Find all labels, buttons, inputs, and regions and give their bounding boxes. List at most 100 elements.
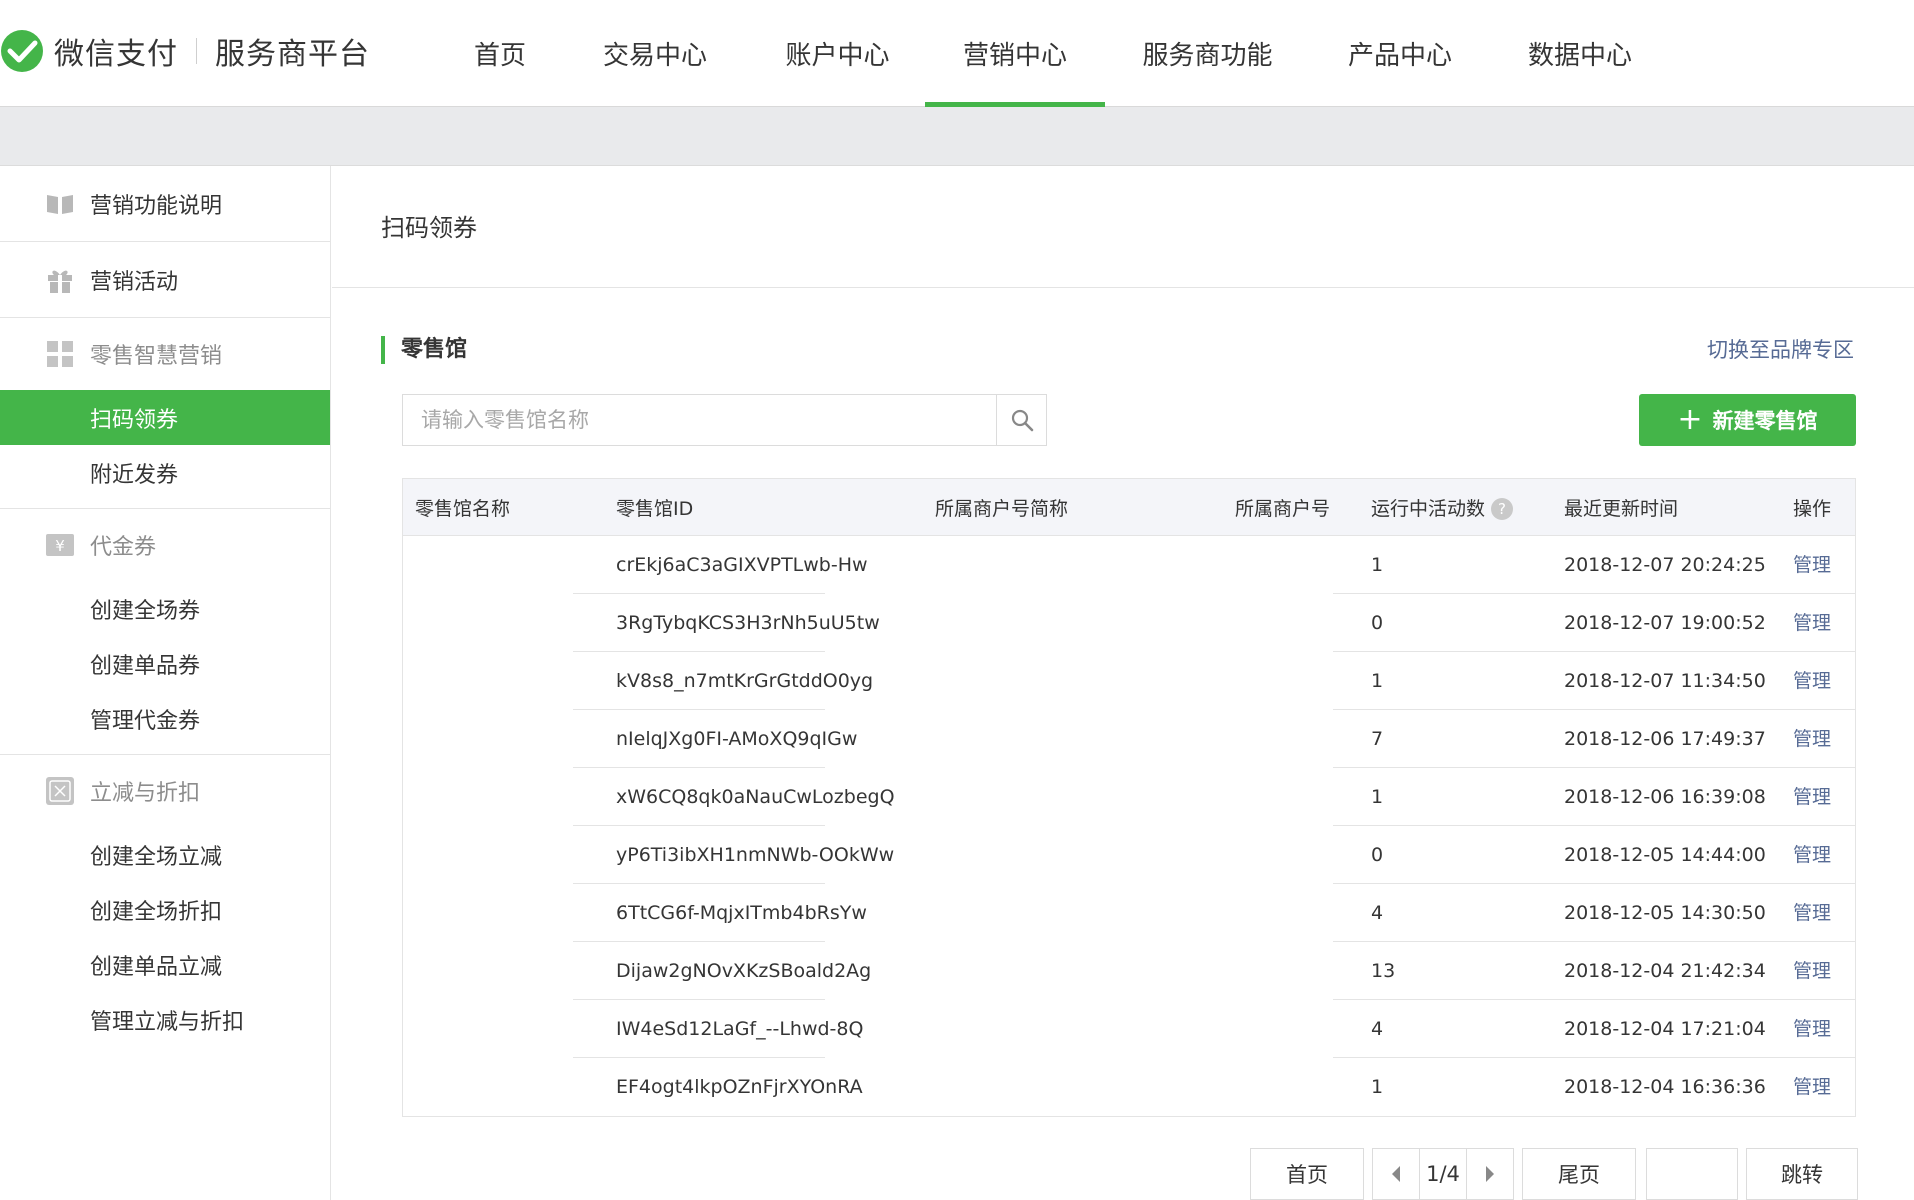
sidebar-label: 营销功能说明 xyxy=(90,193,223,219)
sidebar-group-coupon: ¥ 代金券 创建全场券 创建单品券 管理代金券 xyxy=(0,509,330,755)
manage-link[interactable]: 管理 xyxy=(1793,652,1831,710)
main-content: 扫码领券 零售馆 切换至品牌专区 + 新建零售馆 零售馆名称 零售馆ID 所属商… xyxy=(332,166,1914,1200)
manage-link[interactable]: 管理 xyxy=(1793,884,1831,942)
search-button[interactable] xyxy=(996,395,1046,445)
sidebar-item-create-single-reduction[interactable]: 创建单品立减 xyxy=(0,937,330,992)
pager-page-indicator: 1/4 xyxy=(1420,1148,1466,1200)
cell-id: crEkj6aC3aGIXVPTLwb-Hw xyxy=(616,554,868,576)
manage-link[interactable]: 管理 xyxy=(1793,826,1831,884)
sidebar-item-manage-coupon[interactable]: 管理代金券 xyxy=(0,691,330,746)
cell-updated: 2018-12-07 20:24:25 xyxy=(1564,554,1766,576)
nav-trade-center[interactable]: 交易中心 xyxy=(560,0,750,107)
col-header-merchant-no: 所属商户号 xyxy=(1235,497,1331,520)
sidebar-group-title-retail: 零售智慧营销 xyxy=(0,318,330,390)
search-box xyxy=(402,394,1047,446)
cell-updated: 2018-12-06 17:49:37 xyxy=(1564,728,1766,750)
sidebar-item-nearby-coupon[interactable]: 附近发券 xyxy=(0,445,330,500)
cell-id: EF4ogt4lkpOZnFjrXYOnRA xyxy=(616,1076,863,1098)
table-row: crEkj6aC3aGIXVPTLwb-Hw 1 2018-12-07 20:24:… xyxy=(403,536,1855,594)
table-row: IW4eSd12LaGf_--Lhwd-8Q 4 2018-12-04 17:21:… xyxy=(403,1000,1855,1058)
nav-home[interactable]: 首页 xyxy=(440,0,560,107)
cell-updated: 2018-12-04 16:36:36 xyxy=(1564,1076,1766,1098)
cell-running: 1 xyxy=(1371,1076,1384,1098)
cell-id: xW6CQ8qk0aNauCwLozbegQ xyxy=(616,786,895,808)
sidebar-item-create-store-discount[interactable]: 创建全场折扣 xyxy=(0,882,330,937)
col-header-merchant-short: 所属商户号简称 xyxy=(935,497,1069,520)
pagination: 首页 1/4 尾页 跳转 xyxy=(332,1148,1914,1200)
sidebar-item-marketing-intro[interactable]: 营销功能说明 xyxy=(0,166,330,241)
pager-last-button[interactable]: 尾页 xyxy=(1522,1148,1636,1200)
sidebar-label: 营销活动 xyxy=(90,269,179,295)
cell-id: 3RgTybqKCS3H3rNh5uU5tw xyxy=(616,612,880,634)
sidebar-item-create-store-coupon[interactable]: 创建全场券 xyxy=(0,581,330,636)
sidebar-group-label: 立减与折扣 xyxy=(90,781,201,806)
sidebar-item-create-single-coupon[interactable]: 创建单品券 xyxy=(0,636,330,691)
help-icon[interactable]: ? xyxy=(1491,498,1514,520)
section-title: 零售馆 xyxy=(381,336,467,364)
top-bar: 微信支付 服务商平台 首页 交易中心 账户中心 营销中心 服务商功能 产品中心 … xyxy=(0,0,1914,108)
cell-updated: 2018-12-07 19:00:52 xyxy=(1564,612,1766,634)
pager-next-button[interactable] xyxy=(1466,1148,1514,1200)
brand-subtitle: 服务商平台 xyxy=(215,37,370,72)
col-header-updated: 最近更新时间 xyxy=(1564,497,1679,520)
col-header-running: 运行中活动数? xyxy=(1371,494,1514,521)
sidebar: 营销功能说明 营销活动 零售智慧营销 扫码领券 附近发券 ¥ 代金券 创建全场券… xyxy=(0,166,331,1200)
cell-running: 4 xyxy=(1371,1018,1384,1040)
manage-link[interactable]: 管理 xyxy=(1793,536,1831,594)
sidebar-item-manage-reduction-discount[interactable]: 管理立减与折扣 xyxy=(0,992,330,1047)
svg-text:¥: ¥ xyxy=(55,537,65,555)
manage-link[interactable]: 管理 xyxy=(1793,594,1831,652)
sidebar-group-title-coupon: ¥ 代金券 xyxy=(0,509,330,581)
brand-divider xyxy=(196,38,197,64)
header-gray-strip xyxy=(0,107,1914,166)
sidebar-group-label: 代金券 xyxy=(90,535,157,560)
sidebar-item-create-store-reduction[interactable]: 创建全场立减 xyxy=(0,827,330,882)
pager-prev-button[interactable] xyxy=(1372,1148,1420,1200)
manage-link[interactable]: 管理 xyxy=(1793,942,1831,1000)
table-row: nIelqJXg0FI-AMoXQ9qIGw 7 2018-12-06 17:49:… xyxy=(403,710,1855,768)
cell-running: 1 xyxy=(1371,670,1384,692)
pager-jump-input[interactable] xyxy=(1646,1148,1738,1200)
sidebar-item-scan-coupon[interactable]: 扫码领券 xyxy=(0,390,330,445)
manage-link[interactable]: 管理 xyxy=(1793,710,1831,768)
sidebar-group-intro: 营销功能说明 xyxy=(0,166,330,242)
cell-running: 0 xyxy=(1371,612,1384,634)
cell-running: 7 xyxy=(1371,728,1384,750)
manage-link[interactable]: 管理 xyxy=(1793,1000,1831,1058)
col-header-running-label: 运行中活动数 xyxy=(1371,497,1486,520)
cell-updated: 2018-12-05 14:30:50 xyxy=(1564,902,1766,924)
cell-running: 13 xyxy=(1371,960,1396,982)
cell-id: Dijaw2gNOvXKzSBoald2Ag xyxy=(616,960,872,982)
search-input[interactable] xyxy=(403,395,996,445)
sidebar-group-discount: 立减与折扣 创建全场立减 创建全场折扣 创建单品立减 管理立减与折扣 xyxy=(0,755,330,1047)
main-nav: 首页 交易中心 账户中心 营销中心 服务商功能 产品中心 数据中心 xyxy=(440,0,1670,108)
caret-right-icon xyxy=(1486,1166,1494,1182)
sidebar-group-label: 零售智慧营销 xyxy=(90,344,223,369)
sidebar-item-marketing-activity[interactable]: 营销活动 xyxy=(0,242,330,317)
switch-to-brand-link[interactable]: 切换至品牌专区 xyxy=(1707,334,1854,364)
manage-link[interactable]: 管理 xyxy=(1793,768,1831,826)
nav-marketing-center[interactable]: 营销中心 xyxy=(925,0,1105,108)
table-row: 3RgTybqKCS3H3rNh5uU5tw 0 2018-12-07 19:00:… xyxy=(403,594,1855,652)
new-retail-hall-button[interactable]: + 新建零售馆 xyxy=(1639,394,1856,446)
col-header-action: 操作 xyxy=(1793,497,1832,520)
retail-hall-table: 零售馆名称 零售馆ID 所属商户号简称 所属商户号 运行中活动数? 最近更新时间… xyxy=(402,478,1856,1117)
search-icon xyxy=(1011,409,1033,432)
nav-account-center[interactable]: 账户中心 xyxy=(750,0,925,107)
cell-updated: 2018-12-06 16:39:08 xyxy=(1564,786,1766,808)
page-title: 扫码领券 xyxy=(381,214,477,242)
brand-logo[interactable]: 微信支付 服务商平台 xyxy=(0,26,370,76)
cell-running: 1 xyxy=(1371,786,1384,808)
pager-jump-button[interactable]: 跳转 xyxy=(1746,1148,1858,1200)
nav-product-center[interactable]: 产品中心 xyxy=(1310,0,1490,107)
cell-id: yP6Ti3ibXH1nmNWb-OOkWw xyxy=(616,844,895,866)
discount-badge-icon xyxy=(46,777,74,805)
pager-first-button[interactable]: 首页 xyxy=(1250,1148,1364,1200)
nav-service-functions[interactable]: 服务商功能 xyxy=(1105,0,1310,107)
col-header-id: 零售馆ID xyxy=(616,497,694,520)
cell-id: kV8s8_n7mtKrGrGtddO0yg xyxy=(616,670,874,692)
nav-data-center[interactable]: 数据中心 xyxy=(1490,0,1670,107)
book-icon xyxy=(46,190,74,218)
gift-icon xyxy=(46,266,74,294)
manage-link[interactable]: 管理 xyxy=(1793,1058,1831,1116)
